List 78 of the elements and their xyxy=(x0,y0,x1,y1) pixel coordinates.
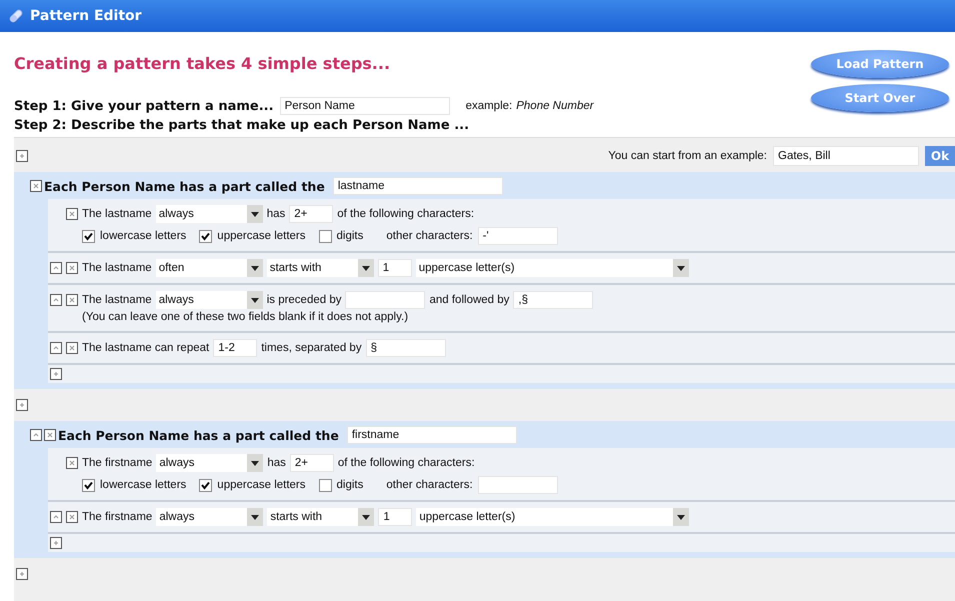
rule-text: The firstname xyxy=(82,457,152,469)
rule-text: has xyxy=(266,208,286,220)
move-up-icon[interactable] xyxy=(50,342,62,354)
remove-icon[interactable] xyxy=(66,294,78,306)
checkbox-label: lowercase letters xyxy=(100,230,186,242)
rule-text: of the following characters: xyxy=(338,457,475,469)
remove-icon[interactable] xyxy=(66,208,78,220)
remove-icon[interactable] xyxy=(30,180,42,192)
checkbox[interactable] xyxy=(318,230,332,242)
add-icon[interactable] xyxy=(16,150,28,162)
checkbox-label: lowercase letters xyxy=(100,479,186,491)
checkbox[interactable] xyxy=(199,230,212,242)
position-dropdown[interactable]: starts with xyxy=(267,508,374,526)
step-label: Step 1: Give your pattern a name... xyxy=(14,98,274,114)
count-field[interactable]: 1 xyxy=(378,259,412,277)
checkbox[interactable] xyxy=(82,230,95,242)
rule-text: other characters: xyxy=(386,479,473,491)
checkbox[interactable] xyxy=(318,478,332,492)
move-up-icon[interactable] xyxy=(30,429,42,441)
rule-text: The lastname xyxy=(82,262,152,274)
frequency-dropdown[interactable]: always xyxy=(156,291,263,309)
character-type-dropdown[interactable]: uppercase letter(s) xyxy=(416,259,689,277)
frequency-dropdown[interactable]: always xyxy=(156,205,263,223)
rule-text: The lastname xyxy=(82,294,152,306)
checkbox-label: digits xyxy=(336,230,364,242)
add-icon[interactable] xyxy=(50,537,62,549)
add-icon[interactable] xyxy=(16,568,28,580)
pattern-name-field[interactable]: Person Name xyxy=(280,97,450,115)
frequency-dropdown[interactable]: always xyxy=(156,508,264,526)
move-up-icon[interactable] xyxy=(50,511,62,523)
rule-text: other characters: xyxy=(386,230,473,242)
part-label: Each Person Name has a part called the xyxy=(58,428,339,442)
add-icon[interactable] xyxy=(16,399,28,411)
followed-by-field[interactable]: ,§ xyxy=(513,291,594,309)
count-field[interactable]: 2+ xyxy=(290,454,334,472)
preceded-by-field[interactable] xyxy=(345,291,426,309)
other-characters-field[interactable]: -' xyxy=(478,227,558,245)
remove-icon[interactable] xyxy=(66,342,78,354)
rule-text: The lastname can repeat xyxy=(82,342,210,354)
remove-icon[interactable] xyxy=(66,262,78,274)
window-title: Pattern Editor xyxy=(30,8,142,24)
rule-text: The lastname xyxy=(82,208,152,220)
part-name-field[interactable]: lastname xyxy=(332,177,503,195)
frequency-dropdown[interactable]: always xyxy=(156,454,264,472)
move-up-icon[interactable] xyxy=(50,262,62,274)
step-label: Step 2: Describe the parts that make up each Person Name ... xyxy=(14,118,470,133)
page-heading: Creating a pattern takes 4 simple steps... xyxy=(14,54,392,75)
rule-text: is preceded by xyxy=(266,294,342,306)
checkbox-label: digits xyxy=(336,479,364,491)
move-up-icon[interactable] xyxy=(50,294,62,306)
remove-icon[interactable] xyxy=(66,457,78,469)
checkbox-label: uppercase letters xyxy=(217,479,306,491)
rule-text: has xyxy=(267,457,286,469)
checkbox[interactable] xyxy=(199,478,212,492)
frequency-dropdown[interactable]: often xyxy=(156,259,263,277)
add-icon[interactable] xyxy=(50,368,62,380)
other-characters-field[interactable] xyxy=(478,476,558,494)
count-field[interactable]: 2+ xyxy=(289,205,334,223)
rule-text: of the following characters: xyxy=(337,208,474,220)
rule-text: times, separated by xyxy=(261,342,362,354)
hint-text: (You can leave one of these two fields blank if it does not apply.) xyxy=(81,311,410,325)
separator-field[interactable]: § xyxy=(366,339,446,357)
remove-icon[interactable] xyxy=(66,511,78,523)
rule-text: and followed by xyxy=(429,294,510,306)
checkbox[interactable] xyxy=(82,478,95,492)
character-type-dropdown[interactable]: uppercase letter(s) xyxy=(416,508,690,526)
position-dropdown[interactable]: starts with xyxy=(266,259,374,277)
part-label: Each Person Name has a part called the xyxy=(44,178,325,194)
example-value: Phone Number xyxy=(516,100,594,112)
part-name-field[interactable]: firstname xyxy=(346,426,517,444)
rule-text: The firstname xyxy=(82,511,152,523)
example-field[interactable]: Gates, Bill xyxy=(773,146,919,166)
example-label: example: xyxy=(466,100,512,112)
checkbox-label: uppercase letters xyxy=(217,230,306,242)
remove-icon[interactable] xyxy=(44,429,56,441)
count-field[interactable]: 1 xyxy=(378,508,412,526)
example-prompt: You can start from an example: xyxy=(608,150,767,162)
repeat-count-field[interactable]: 1-2 xyxy=(213,339,258,357)
